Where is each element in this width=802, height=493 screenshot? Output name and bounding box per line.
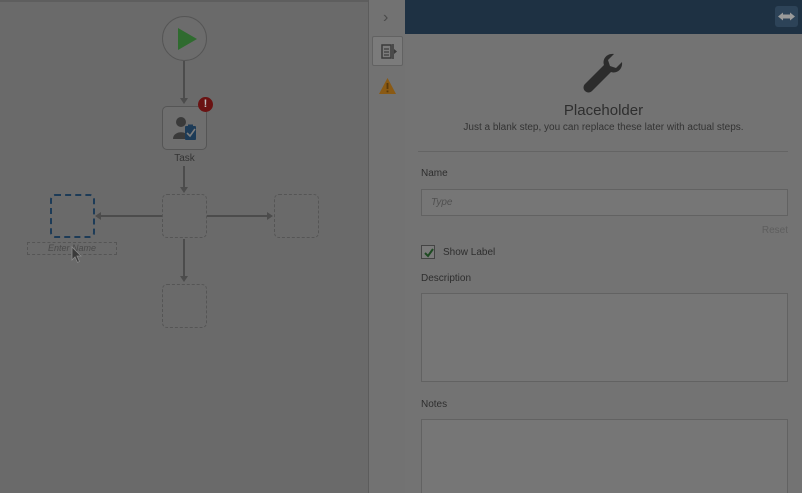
notes-field[interactable]	[421, 419, 788, 493]
warning-icon	[379, 78, 396, 94]
reset-link[interactable]: Reset	[762, 225, 788, 236]
arrow-head	[95, 212, 101, 220]
name-field-placeholder: Type	[431, 197, 453, 208]
notes-label: Notes	[421, 399, 448, 410]
connector-start-task	[183, 61, 185, 99]
right-placeholder[interactable]	[274, 194, 319, 238]
divider	[418, 151, 788, 152]
mouse-cursor-icon	[71, 246, 82, 264]
properties-panel: Placeholder Just a blank step, you can r…	[405, 0, 802, 493]
selected-placeholder[interactable]	[50, 194, 95, 238]
panel-header	[405, 0, 802, 34]
panel-toolbar: ›	[368, 0, 405, 493]
panel-subtitle: Just a blank step, you can replace these…	[463, 122, 744, 133]
task-node[interactable]	[162, 106, 207, 150]
wrench-icon	[583, 53, 623, 93]
error-badge: !	[198, 97, 213, 112]
play-icon	[178, 28, 197, 50]
workflow-canvas[interactable]: ! Task Enter Name	[0, 0, 368, 493]
show-label-text: Show Label	[443, 247, 496, 258]
checkmark-icon	[424, 248, 434, 258]
user-clipboard-icon	[173, 117, 196, 140]
properties-icon	[381, 44, 397, 59]
start-node[interactable]	[162, 16, 207, 61]
name-field[interactable]: Type	[421, 189, 788, 216]
description-field[interactable]	[421, 293, 788, 382]
connector-right	[207, 215, 267, 217]
arrow-head	[180, 187, 188, 193]
connector-left	[101, 215, 162, 217]
arrow-head	[180, 98, 188, 104]
canvas-top-border	[0, 0, 368, 2]
arrow-head	[180, 276, 188, 282]
panel-title: Placeholder	[563, 102, 644, 119]
expand-panel-button[interactable]	[775, 6, 798, 27]
task-label: Task	[174, 153, 195, 164]
show-label-checkbox[interactable]	[421, 245, 435, 259]
arrow-head	[267, 212, 273, 220]
expand-icon	[778, 12, 795, 21]
connector-down	[183, 239, 185, 277]
bottom-placeholder[interactable]	[162, 284, 207, 328]
center-placeholder[interactable]	[162, 194, 207, 238]
name-label: Name	[421, 168, 448, 179]
description-label: Description	[421, 273, 472, 284]
properties-tab[interactable]	[372, 36, 403, 66]
connector-task-center	[183, 166, 185, 188]
warnings-tab[interactable]	[372, 72, 403, 102]
collapse-panel-button[interactable]: ›	[383, 9, 388, 27]
